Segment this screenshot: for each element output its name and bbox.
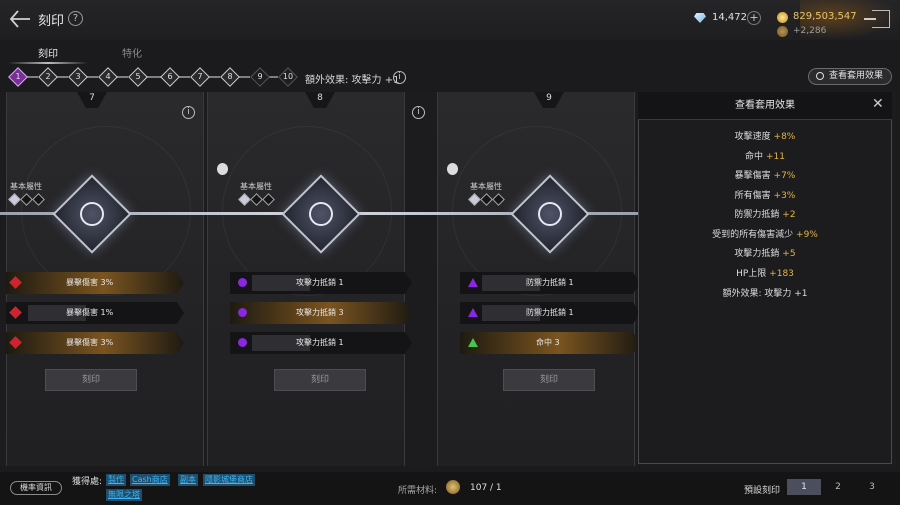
effect-line: 命中 +11 — [745, 152, 785, 162]
obtain-link-dungeon[interactable]: 副本 — [178, 474, 198, 486]
purple-circle-icon — [238, 338, 247, 347]
close-icon[interactable]: ✕ — [872, 97, 886, 111]
level-1[interactable]: 1 — [8, 67, 28, 87]
info-icon[interactable]: i — [393, 71, 406, 84]
level-9[interactable]: 9 — [250, 67, 270, 87]
level-10[interactable]: 10 — [278, 67, 298, 87]
obtain-link-craft[interactable]: 製作 — [106, 474, 126, 486]
red-diamond-icon — [9, 276, 22, 289]
base-attribute-label: 基本屬性 — [470, 182, 502, 191]
level-2[interactable]: 2 — [38, 67, 58, 87]
red-diamond-icon — [9, 336, 22, 349]
level-4[interactable]: 4 — [98, 67, 118, 87]
base-attribute-label: 基本屬性 — [10, 182, 42, 191]
obtain-label: 獲得處: — [72, 477, 103, 487]
engrave-button[interactable]: 刻印 — [45, 369, 137, 391]
engrave-option-row[interactable]: 暴擊傷害 3% — [6, 332, 184, 354]
header-bar — [0, 0, 900, 40]
back-arrow-icon[interactable] — [8, 8, 32, 30]
effect-line: 額外效果: 攻擊力 +1 — [722, 289, 808, 299]
engrave-option-row[interactable]: 攻擊力抵銷 1 — [230, 332, 412, 354]
search-icon — [816, 72, 824, 80]
lock-icon — [217, 163, 228, 175]
active-tab-underline — [8, 62, 88, 64]
purple-circle-icon — [238, 278, 247, 287]
engrave-option-row[interactable]: 攻擊力抵銷 1 — [230, 272, 412, 294]
gold-coin-icon — [777, 12, 788, 23]
effect-line: 攻擊力抵銷 +5 — [734, 249, 796, 259]
add-currency-button[interactable]: + — [747, 11, 761, 25]
level-3[interactable]: 3 — [68, 67, 88, 87]
level-7[interactable]: 7 — [190, 67, 210, 87]
lock-icon — [447, 163, 458, 175]
engrave-option-row[interactable]: 防禦力抵銷 1 — [460, 302, 640, 324]
info-icon[interactable]: i — [412, 106, 425, 119]
purple-circle-icon — [238, 308, 247, 317]
level-6[interactable]: 6 — [160, 67, 180, 87]
level-8[interactable]: 8 — [220, 67, 240, 87]
help-icon[interactable]: ? — [68, 11, 83, 26]
tab-engrave[interactable]: 刻印 — [38, 45, 58, 60]
purple-triangle-icon — [468, 278, 478, 287]
engrave-option-row[interactable]: 防禦力抵銷 1 — [460, 272, 640, 294]
sub-coin-icon — [777, 26, 788, 37]
effect-line: 暴擊傷害 +7% — [734, 171, 796, 181]
exit-icon[interactable] — [864, 10, 890, 28]
probability-info-button[interactable]: 機率資訊 — [10, 481, 62, 495]
preset-2-button[interactable]: 2 — [821, 479, 855, 495]
material-count: 107 / 1 — [470, 483, 502, 493]
engrave-option-row[interactable]: 攻擊力抵銷 3 — [230, 302, 412, 324]
obtain-link-infinite-tower[interactable]: 無限之塔 — [106, 489, 142, 501]
effect-line: 所有傷害 +3% — [734, 191, 796, 201]
page-title: 刻印 — [38, 14, 65, 29]
effect-line: HP上限 +183 — [736, 269, 794, 279]
obtain-link-cash-shop[interactable]: Cash商店 — [130, 474, 170, 486]
engrave-button[interactable]: 刻印 — [274, 369, 366, 391]
level-5[interactable]: 5 — [128, 67, 148, 87]
bonus-effect-text: 額外效果: 攻擊力 +1 — [305, 75, 400, 86]
obtain-link-castle-shop[interactable]: 隱影城堡商店 — [203, 474, 255, 486]
purple-triangle-icon — [468, 308, 478, 317]
red-diamond-icon — [9, 306, 22, 319]
preset-3-button[interactable]: 3 — [855, 479, 889, 495]
effect-line: 受到的所有傷害減少 +9% — [712, 230, 818, 240]
info-icon[interactable]: i — [182, 106, 195, 119]
base-attribute-label: 基本屬性 — [240, 182, 272, 191]
engrave-option-row[interactable]: 暴擊傷害 1% — [6, 302, 184, 324]
tab-specialize[interactable]: 特化 — [122, 45, 142, 60]
gold-count: 829,503,547 — [793, 11, 857, 22]
sub-gold-count: +2,286 — [793, 26, 827, 36]
preset-1-button[interactable]: 1 — [787, 479, 821, 495]
view-applied-effects-button[interactable]: 查看套用效果 — [808, 68, 892, 85]
effect-line: 攻擊速度 +8% — [734, 132, 796, 142]
diamond-count: 14,472 — [712, 12, 747, 23]
preset-label: 預設刻印 — [744, 486, 781, 496]
effect-line: 防禦力抵銷 +2 — [734, 210, 796, 220]
engrave-option-row[interactable]: 暴擊傷害 3% — [6, 272, 184, 294]
engrave-option-row[interactable]: 命中 3 — [460, 332, 640, 354]
material-icon — [446, 480, 460, 494]
engrave-button[interactable]: 刻印 — [503, 369, 595, 391]
applied-effects-title: 查看套用效果 — [638, 92, 892, 120]
material-label: 所需材料: — [398, 486, 438, 496]
green-triangle-icon — [468, 338, 478, 347]
